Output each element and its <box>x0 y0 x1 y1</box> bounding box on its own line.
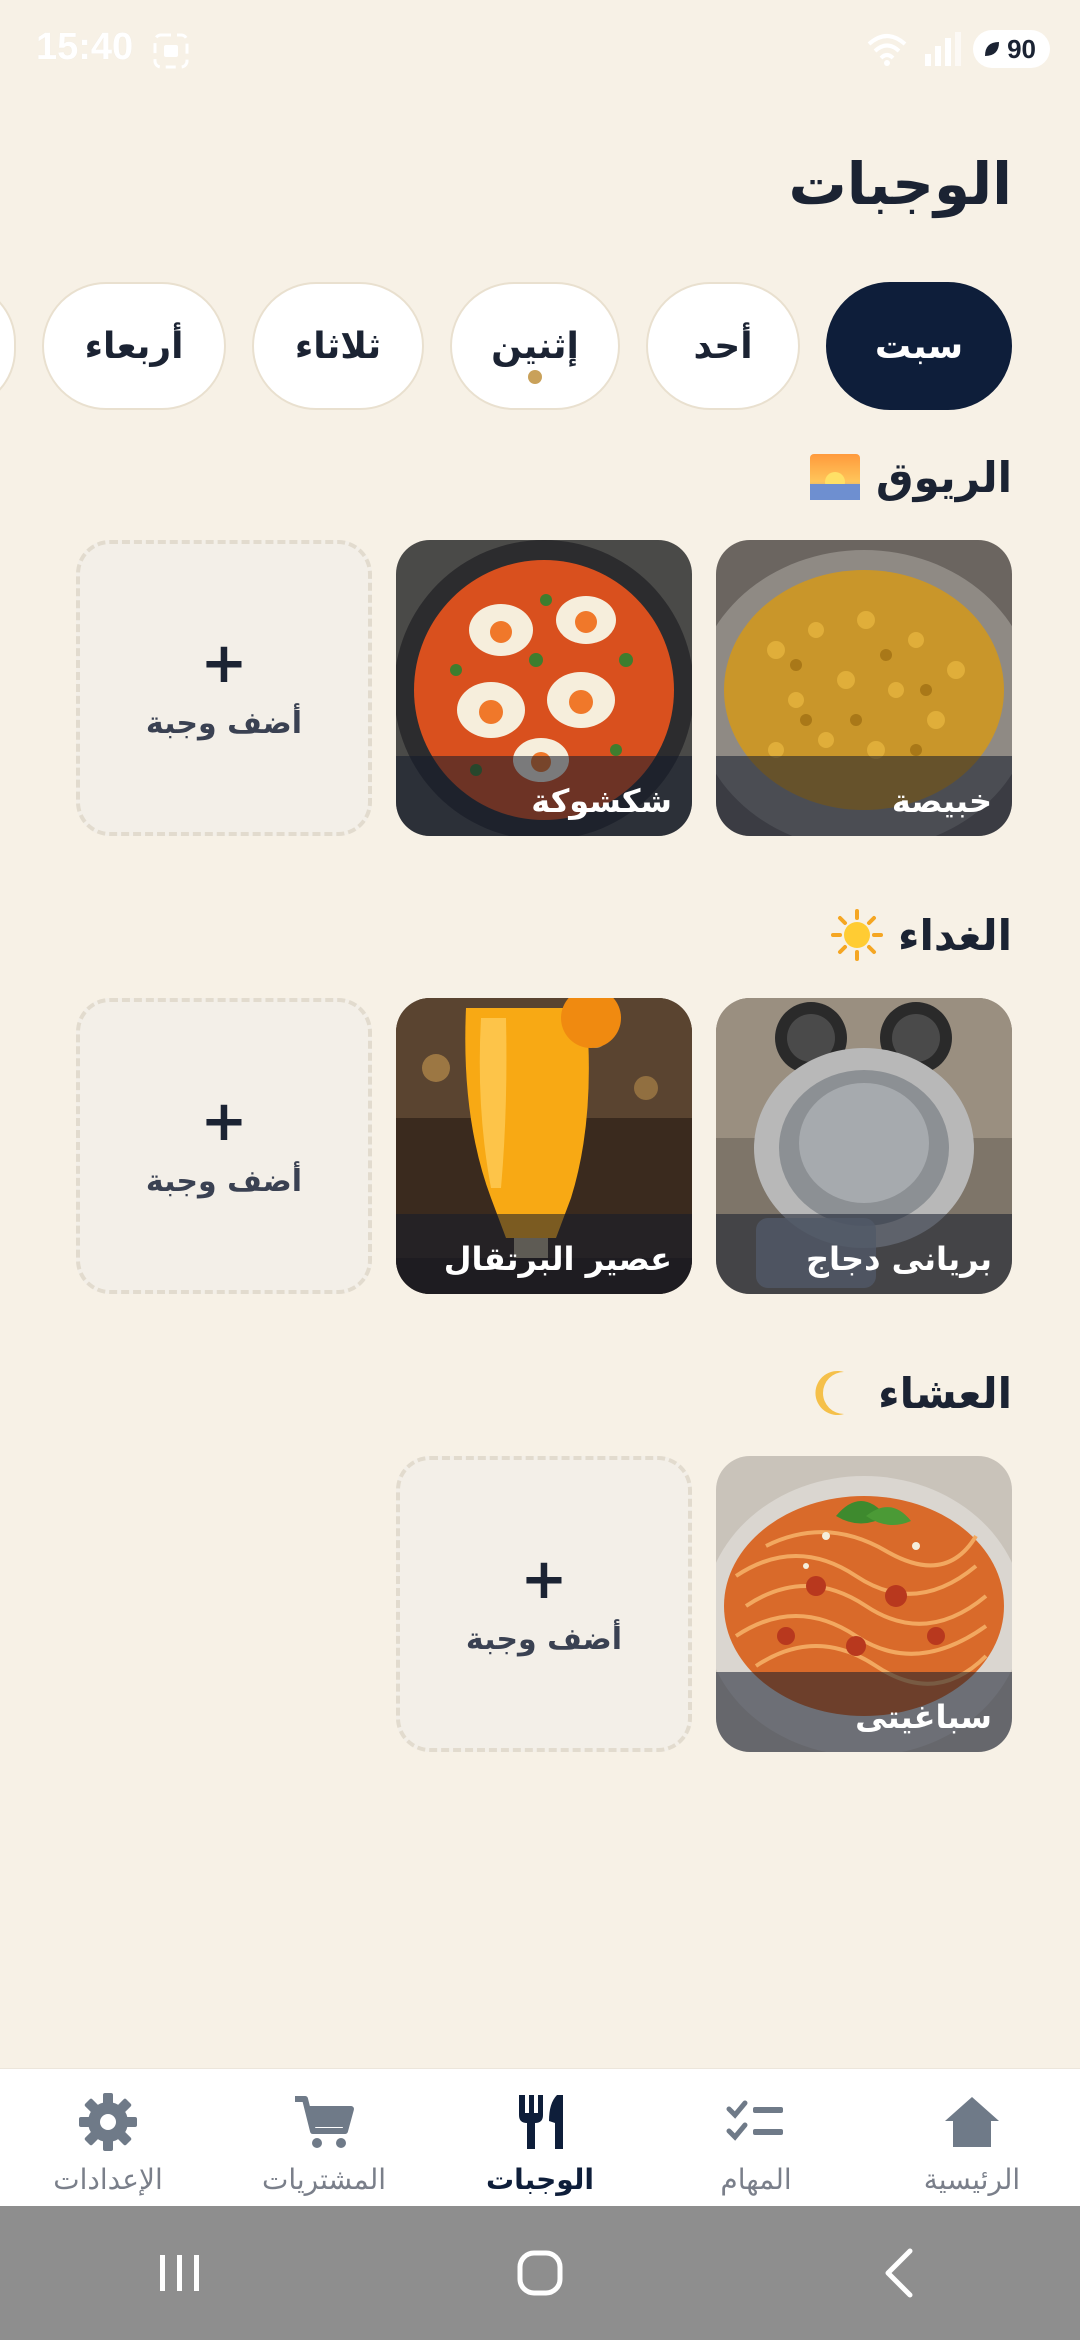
meal-name: بريانى دجاج <box>805 1240 992 1278</box>
day-tab-label: ثلاثاء <box>294 325 382 367</box>
wifi-icon <box>867 34 907 66</box>
day-tab-monday[interactable]: إثنين <box>450 282 620 410</box>
has-meals-dot <box>528 370 542 384</box>
nav-meals[interactable]: الوجبات <box>432 2069 648 2206</box>
day-tab-saturday[interactable]: سبت <box>826 282 1012 410</box>
signal-icon <box>925 32 962 66</box>
status-time: 15:40 <box>36 26 134 68</box>
battery-indicator: 90 <box>973 30 1050 68</box>
meal-name: سباغيتى <box>855 1698 992 1736</box>
nav-label: المشتريات <box>261 2163 387 2196</box>
meal-card[interactable]: بريانى دجاج <box>716 998 1012 1294</box>
screenshot-icon <box>153 33 189 69</box>
shopping-cart-icon <box>295 2096 354 2148</box>
meal-card[interactable]: عصير البرتقال <box>396 998 692 1294</box>
home-button-icon[interactable] <box>500 2233 580 2313</box>
sunrise-icon <box>810 454 861 500</box>
nav-label: الإعدادات <box>53 2163 163 2196</box>
section-title-text: الغداء <box>897 910 1012 960</box>
bottom-navigation: الرئيسية المهام الوجبات المشتريات الإعدا… <box>0 2068 1080 2206</box>
status-bar: 15:40 90 <box>0 0 1080 100</box>
meal-name: خبيصة <box>891 782 992 820</box>
battery-level: 90 <box>1007 33 1036 64</box>
day-tab-label: أحد <box>693 325 753 367</box>
nav-label: الوجبات <box>486 2163 594 2196</box>
battery-saver-icon <box>985 42 1000 56</box>
nav-purchases[interactable]: المشتريات <box>216 2069 432 2206</box>
nav-settings[interactable]: الإعدادات <box>0 2069 216 2206</box>
plus-icon: + <box>200 630 248 696</box>
day-tab-label: أربعاء <box>84 325 184 367</box>
add-meal-button[interactable]: + أضف وجبة <box>396 1456 692 1752</box>
section-dinner-title: العشاء <box>810 1366 1012 1420</box>
recent-apps-icon[interactable] <box>140 2233 220 2313</box>
meal-card[interactable]: خبيصة <box>716 540 1012 836</box>
meal-name: شكشوكة <box>531 782 672 820</box>
crescent-moon-icon <box>815 1371 845 1415</box>
nav-home[interactable]: الرئيسية <box>864 2069 1080 2206</box>
plus-icon: + <box>200 1088 248 1154</box>
system-navigation-bar <box>0 2206 1080 2340</box>
meal-card[interactable]: شكشوكة <box>396 540 692 836</box>
day-tab-thursday-partial[interactable] <box>0 282 16 410</box>
add-meal-label: أضف وجبة <box>145 1163 303 1199</box>
day-tab-wednesday[interactable]: أربعاء <box>42 282 226 410</box>
add-meal-label: أضف وجبة <box>465 1621 623 1657</box>
nav-label: المهام <box>720 2163 792 2196</box>
day-tab-tuesday[interactable]: ثلاثاء <box>252 282 424 410</box>
checklist-icon <box>726 2100 783 2141</box>
plus-icon: + <box>520 1546 568 1612</box>
fork-knife-icon <box>519 2095 563 2149</box>
home-icon <box>945 2097 999 2147</box>
day-tab-label: إثنين <box>491 325 579 367</box>
nav-tasks[interactable]: المهام <box>648 2069 864 2206</box>
meal-card[interactable]: سباغيتى <box>716 1456 1012 1752</box>
sun-icon <box>830 909 883 961</box>
add-meal-button[interactable]: + أضف وجبة <box>76 998 372 1294</box>
section-title-text: العشاء <box>878 1368 1012 1418</box>
add-meal-label: أضف وجبة <box>145 705 303 741</box>
add-meal-button[interactable]: + أضف وجبة <box>76 540 372 836</box>
day-tab-label: سبت <box>874 325 964 367</box>
gear-icon <box>79 2093 137 2151</box>
section-title-text: الريوق <box>876 452 1012 502</box>
section-lunch-title: الغداء <box>830 908 1012 962</box>
day-tabs: سبت أحد إثنين ثلاثاء أربعاء <box>0 282 1012 412</box>
day-tab-sunday[interactable]: أحد <box>646 282 800 410</box>
nav-label: الرئيسية <box>923 2163 1021 2196</box>
meal-name: عصير البرتقال <box>443 1240 672 1278</box>
page-title: الوجبات <box>788 150 1012 218</box>
back-icon[interactable] <box>860 2233 940 2313</box>
section-breakfast-title: الريوق <box>808 450 1012 504</box>
